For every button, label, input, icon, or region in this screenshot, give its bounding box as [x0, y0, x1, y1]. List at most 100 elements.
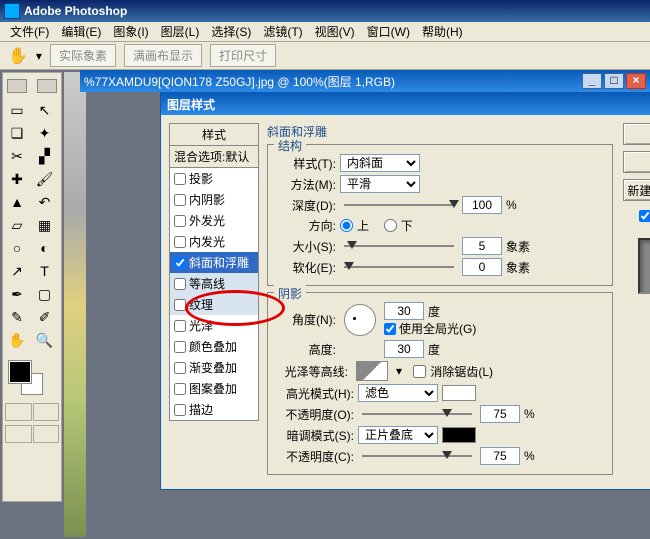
lasso-tool-icon[interactable]: ❏: [5, 122, 29, 144]
highlight-mode-select[interactable]: 滤色: [358, 384, 438, 402]
blend-options-header[interactable]: 混合选项:默认: [170, 146, 258, 168]
style-item-斜面和浮雕[interactable]: 斜面和浮雕: [170, 252, 258, 273]
menu-image[interactable]: 图象(I): [107, 21, 154, 42]
toolbox-tab[interactable]: [37, 79, 57, 93]
style-item-光泽[interactable]: 光泽: [170, 315, 258, 336]
toolbox-tab[interactable]: [7, 79, 27, 93]
highlight-color-swatch[interactable]: [442, 385, 476, 401]
heal-tool-icon[interactable]: ✚: [5, 168, 29, 190]
history-tool-icon[interactable]: ↶: [33, 191, 57, 213]
hand-tool-icon[interactable]: ✋: [5, 329, 29, 351]
dialog-titlebar[interactable]: 图层样式 ×: [161, 93, 650, 115]
dropdown-arrow-icon[interactable]: ▾: [36, 49, 42, 63]
shadow-mode-select[interactable]: 正片叠底: [358, 426, 438, 444]
move-tool-icon[interactable]: ↖: [33, 99, 57, 121]
style-checkbox[interactable]: [174, 383, 186, 395]
menu-view[interactable]: 视图(V): [309, 21, 361, 42]
global-light-checkbox[interactable]: [384, 323, 396, 335]
eyedropper-tool-icon[interactable]: ✐: [33, 306, 57, 328]
antialias-checkbox[interactable]: [413, 365, 426, 378]
shadow-color-swatch[interactable]: [442, 427, 476, 443]
blur-tool-icon[interactable]: ○: [5, 237, 29, 259]
print-size-button[interactable]: 打印尺寸: [210, 44, 276, 67]
menu-select[interactable]: 选择(S): [205, 21, 257, 42]
style-checkbox[interactable]: [174, 278, 186, 290]
path-tool-icon[interactable]: ↗: [5, 260, 29, 282]
brush-tool-icon[interactable]: 🖌: [33, 168, 57, 190]
highlight-opacity-input[interactable]: [480, 405, 520, 423]
actual-pixels-button[interactable]: 实际象素: [50, 44, 116, 67]
gradient-tool-icon[interactable]: ▦: [33, 214, 57, 236]
highlight-opacity-slider[interactable]: [362, 411, 472, 417]
altitude-input[interactable]: [384, 340, 424, 358]
screen-mode-icon[interactable]: [5, 425, 32, 443]
mode-std-icon[interactable]: [5, 403, 32, 421]
style-select[interactable]: 内斜面: [340, 154, 420, 172]
styles-header[interactable]: 样式: [170, 124, 258, 146]
wand-tool-icon[interactable]: ✦: [33, 122, 57, 144]
style-checkbox[interactable]: [174, 320, 186, 332]
style-checkbox[interactable]: [174, 341, 186, 353]
style-checkbox[interactable]: [174, 299, 186, 311]
mode-mask-icon[interactable]: [33, 403, 60, 421]
menu-file[interactable]: 文件(F): [4, 21, 55, 42]
menu-filter[interactable]: 滤镜(T): [257, 21, 308, 42]
soften-input[interactable]: [462, 258, 502, 276]
style-item-图案叠加[interactable]: 图案叠加: [170, 378, 258, 399]
style-item-描边[interactable]: 描边: [170, 399, 258, 420]
style-checkbox[interactable]: [174, 194, 186, 206]
style-item-内发光[interactable]: 内发光: [170, 231, 258, 252]
menu-edit[interactable]: 编辑(E): [55, 21, 107, 42]
style-item-外发光[interactable]: 外发光: [170, 210, 258, 231]
style-item-纹理[interactable]: 纹理: [170, 294, 258, 315]
shadow-opacity-input[interactable]: [480, 447, 520, 465]
marquee-tool-icon[interactable]: ▭: [5, 99, 29, 121]
style-checkbox[interactable]: [174, 215, 186, 227]
foreground-color[interactable]: [9, 361, 31, 383]
zoom-tool-icon[interactable]: 🔍: [33, 329, 57, 351]
menu-window[interactable]: 窗口(W): [361, 21, 416, 42]
method-select[interactable]: 平滑: [340, 175, 420, 193]
ok-button[interactable]: 确定: [623, 123, 650, 145]
color-swatch[interactable]: [5, 359, 59, 399]
style-checkbox[interactable]: [174, 257, 186, 269]
fit-screen-button[interactable]: 满画布显示: [124, 44, 202, 67]
angle-control[interactable]: [344, 304, 376, 336]
direction-up-radio[interactable]: [340, 219, 353, 232]
document-titlebar[interactable]: %77XAMDU9[QION178 Z50GJ].jpg @ 100%(图层 1…: [80, 70, 650, 92]
soften-slider[interactable]: [344, 264, 454, 270]
style-item-投影[interactable]: 投影: [170, 168, 258, 189]
direction-down-radio[interactable]: [384, 219, 397, 232]
dropdown-arrow-icon[interactable]: ▾: [396, 364, 402, 378]
angle-input[interactable]: [384, 302, 424, 320]
dodge-tool-icon[interactable]: ◐: [33, 237, 57, 259]
crop-tool-icon[interactable]: ✂: [5, 145, 29, 167]
eraser-tool-icon[interactable]: ▱: [5, 214, 29, 236]
preview-checkbox[interactable]: [639, 210, 650, 222]
maximize-button[interactable]: □: [604, 73, 624, 89]
type-tool-icon[interactable]: T: [33, 260, 57, 282]
gloss-contour-picker[interactable]: [356, 361, 388, 381]
stamp-tool-icon[interactable]: ▲: [5, 191, 29, 213]
style-checkbox[interactable]: [174, 362, 186, 374]
style-checkbox[interactable]: [174, 404, 186, 416]
style-item-颜色叠加[interactable]: 颜色叠加: [170, 336, 258, 357]
style-item-内阴影[interactable]: 内阴影: [170, 189, 258, 210]
shape-tool-icon[interactable]: ▢: [33, 283, 57, 305]
depth-input[interactable]: [462, 196, 502, 214]
shadow-opacity-slider[interactable]: [362, 453, 472, 459]
screen-mode-icon[interactable]: [33, 425, 60, 443]
menu-help[interactable]: 帮助(H): [416, 21, 469, 42]
hand-tool-icon[interactable]: ✋: [8, 46, 28, 66]
new-style-button[interactable]: 新建样式(W)...: [623, 179, 650, 201]
pen-tool-icon[interactable]: ✒: [5, 283, 29, 305]
size-slider[interactable]: [344, 243, 454, 249]
menu-layer[interactable]: 图层(L): [155, 21, 206, 42]
style-checkbox[interactable]: [174, 236, 186, 248]
style-item-等高线[interactable]: 等高线: [170, 273, 258, 294]
minimize-button[interactable]: _: [582, 73, 602, 89]
style-checkbox[interactable]: [174, 173, 186, 185]
size-input[interactable]: [462, 237, 502, 255]
cancel-button[interactable]: 取消: [623, 151, 650, 173]
style-item-渐变叠加[interactable]: 渐变叠加: [170, 357, 258, 378]
